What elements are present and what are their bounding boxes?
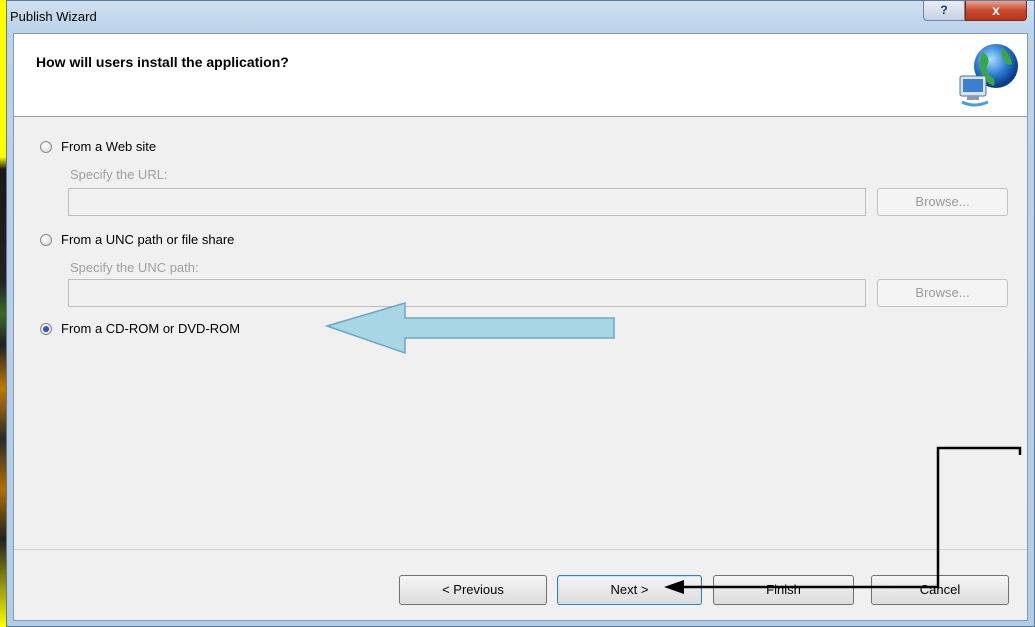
radio-button-cd[interactable]: [40, 322, 52, 335]
browse-unc-button[interactable]: Browse...: [877, 279, 1008, 307]
radio-cd-label: From a CD-ROM or DVD-ROM: [61, 321, 241, 336]
radio-button-web[interactable]: [40, 140, 52, 153]
wizard-header: How will users install the application?: [14, 34, 1027, 117]
url-input[interactable]: [68, 188, 866, 216]
unc-path-input[interactable]: [68, 279, 866, 307]
cancel-button[interactable]: Cancel: [871, 575, 1009, 605]
radio-cd-rom[interactable]: From a CD-ROM or DVD-ROM: [40, 321, 240, 336]
close-button[interactable]: x: [965, 1, 1027, 21]
radio-unc-path[interactable]: From a UNC path or file share: [40, 232, 234, 247]
url-field-label: Specify the URL:: [70, 167, 168, 182]
help-button[interactable]: ?: [923, 1, 965, 21]
radio-web-label: From a Web site: [61, 139, 157, 154]
finish-button[interactable]: Finish: [713, 575, 854, 605]
publish-wizard-window: Publish Wizard ? x How will users instal…: [6, 0, 1035, 627]
page-title: How will users install the application?: [36, 54, 289, 70]
globe-network-icon: [959, 44, 1018, 107]
window-title: Publish Wizard: [10, 9, 97, 24]
radio-web-site[interactable]: From a Web site: [40, 139, 156, 154]
browse-url-button[interactable]: Browse...: [877, 188, 1008, 216]
title-bar[interactable]: Publish Wizard ? x: [7, 1, 1034, 33]
unc-field-label: Specify the UNC path:: [70, 260, 199, 275]
radio-unc-label: From a UNC path or file share: [61, 232, 235, 247]
next-button[interactable]: Next >: [557, 575, 702, 605]
footer-divider: [14, 549, 1027, 550]
wizard-client-area: How will users install the application?: [13, 33, 1028, 621]
previous-button[interactable]: < Previous: [399, 575, 547, 605]
radio-button-unc[interactable]: [40, 233, 52, 246]
